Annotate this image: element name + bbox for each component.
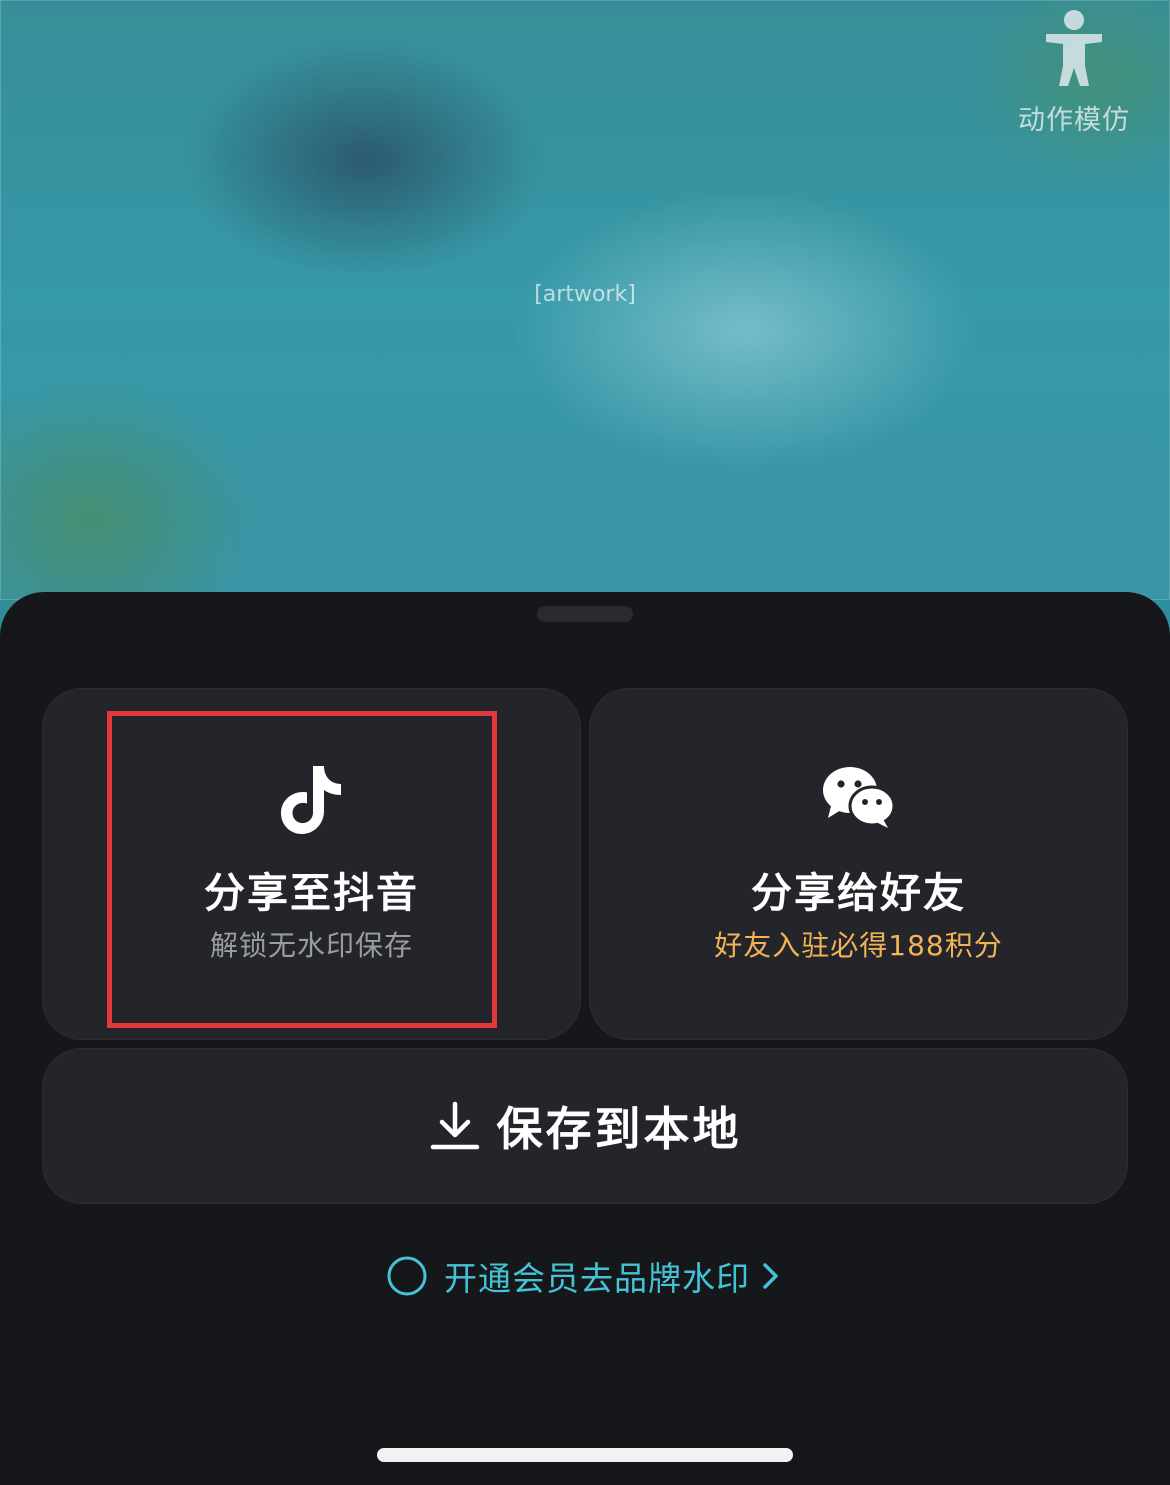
save-local-content: 保存到本地	[43, 1049, 1127, 1203]
save-local-button[interactable]: 保存到本地	[42, 1048, 1128, 1204]
wechat-icon	[822, 767, 895, 828]
share-douyin-button[interactable]: 分享至抖音 解锁无水印保存	[42, 688, 581, 1040]
douyin-icon	[280, 766, 341, 834]
home-indicator	[377, 1448, 793, 1462]
share-sheet: 分享至抖音 解锁无水印保存 分享给好友 好友入驻必得188积分 保存到本地 开通…	[0, 592, 1170, 1485]
douyin-icon-wrap	[43, 764, 580, 840]
radio-circle-icon[interactable]	[386, 1255, 428, 1297]
artwork-preview: [artwork] 动作模仿	[0, 0, 1170, 660]
motion-imitation-button[interactable]: 动作模仿	[1008, 8, 1140, 140]
screen: [artwork] 动作模仿 分享至抖音 解锁无水印保存 分享给好友 好友入驻必…	[0, 0, 1170, 1485]
share-wechat-subtitle: 好友入驻必得188积分	[714, 929, 1003, 962]
sheet-grabber[interactable]	[537, 606, 633, 622]
share-wechat-title: 分享给好友	[751, 869, 966, 917]
wechat-icon-wrap	[590, 764, 1127, 840]
vip-remove-watermark-label: 开通会员去品牌水印	[444, 1259, 750, 1298]
person-icon	[1046, 10, 1102, 86]
share-douyin-subtitle: 解锁无水印保存	[209, 929, 413, 962]
save-local-label: 保存到本地	[496, 1102, 742, 1156]
vip-remove-watermark-link[interactable]: 开通会员去品牌水印	[0, 1252, 1170, 1300]
share-wechat-button[interactable]: 分享给好友 好友入驻必得188积分	[589, 688, 1128, 1040]
artwork-placeholder-label: [artwork]	[534, 282, 636, 307]
share-douyin-title: 分享至抖音	[204, 869, 419, 917]
download-icon	[430, 1101, 479, 1150]
motion-imitation-label: 动作模仿	[1018, 105, 1130, 136]
chevron-right-icon	[763, 1263, 778, 1289]
